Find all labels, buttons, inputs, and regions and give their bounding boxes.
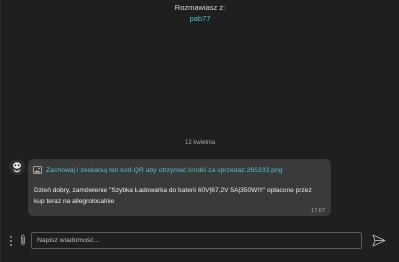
message-input[interactable] (31, 232, 362, 249)
send-icon[interactable] (372, 234, 386, 247)
chat-with-label: Rozmawiasz z: (174, 3, 226, 12)
avatar-icon (9, 159, 25, 175)
chat-partner-username[interactable]: pab77 (1, 14, 399, 23)
attachment-link[interactable]: Zachowaj i zeskanuj ten kod-QR aby otrzy… (46, 167, 283, 174)
avatar[interactable] (9, 159, 25, 175)
chat-header: Rozmawiasz z: pab77 (1, 0, 399, 28)
paperclip-icon[interactable] (18, 234, 28, 246)
message-text: Dzień dobry, zamówienie "Szybka Ładowark… (34, 187, 312, 205)
more-vertical-icon[interactable] (9, 235, 13, 247)
message-time: 17:07 (311, 208, 325, 214)
chat-window: Rozmawiasz z: pab77 12 kwietnia Zachowaj… (0, 0, 399, 262)
date-separator: 12 kwietnia (184, 140, 216, 146)
message-bubble: Zachowaj i zeskanuj ten kod-QR aby otrzy… (28, 159, 331, 216)
image-file-icon (33, 166, 42, 174)
attachment[interactable]: Zachowaj i zeskanuj ten kod-QR aby otrzy… (33, 166, 283, 174)
